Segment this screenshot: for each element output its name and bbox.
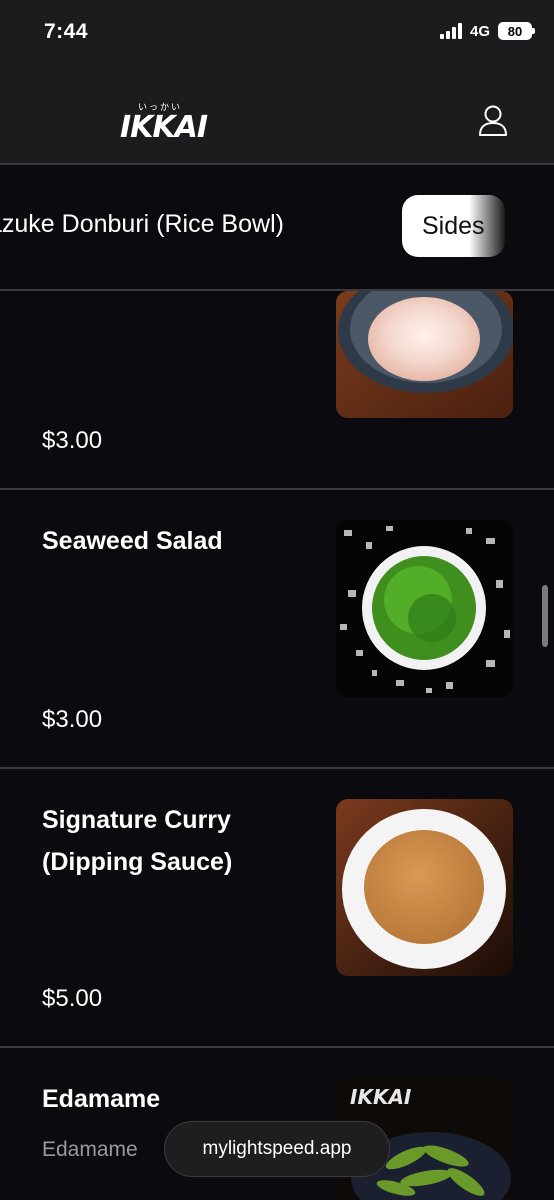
tab-sides[interactable]: Sides [402,195,505,257]
item-name: Signature Curry (Dipping Sauce) [42,806,233,876]
browser-url-pill[interactable]: mylightspeed.app [164,1121,390,1177]
item-image-signature-curry [336,799,513,976]
cellular-signal-icon [439,23,462,39]
status-time: 7:44 [44,20,89,43]
curry-sauce-bowl-icon [336,799,513,976]
image-watermark-logo: IKKAI [350,1085,412,1109]
item-name: Edamame [42,1085,161,1113]
logo-wordmark: IKKAI [120,110,208,145]
category-tabs: azuke Donburi (Rice Bowl) Sides [0,167,554,291]
battery-icon: 80 [498,22,535,40]
tab-chazuke-donburi[interactable]: azuke Donburi (Rice Bowl) [0,210,284,239]
item-price: $5.00 [42,985,103,1012]
network-type: 4G [469,22,490,40]
onsen-egg-bowl-icon [336,291,513,418]
item-image-onsen-egg [336,291,513,418]
menu-item-onsen-egg[interactable]: $3.00 [0,291,554,490]
app-header: いっかい IKKAI [0,70,554,165]
seaweed-salad-bowl-icon [336,520,513,697]
status-bar: 7:44 4G 80 [0,0,554,70]
status-indicators: 4G 80 [439,22,535,40]
menu-item-signature-curry[interactable]: Signature Curry (Dipping Sauce) $5.00 [0,769,554,1048]
item-image-seaweed-salad [336,520,513,697]
item-name: Seaweed Salad [42,527,223,555]
item-description: Edamame [42,1138,138,1161]
svg-text:IKKAI: IKKAI [350,1085,412,1109]
ikkai-logo[interactable]: いっかい IKKAI [120,100,208,145]
item-price: $3.00 [42,427,103,454]
scroll-indicator[interactable] [542,585,548,647]
menu-list: $3.00 Seaweed Salad $3.00 Signature Curr… [0,291,554,1200]
user-profile-icon[interactable] [478,104,508,136]
item-price: $3.00 [42,706,103,733]
menu-item-seaweed-salad[interactable]: Seaweed Salad $3.00 [0,490,554,769]
